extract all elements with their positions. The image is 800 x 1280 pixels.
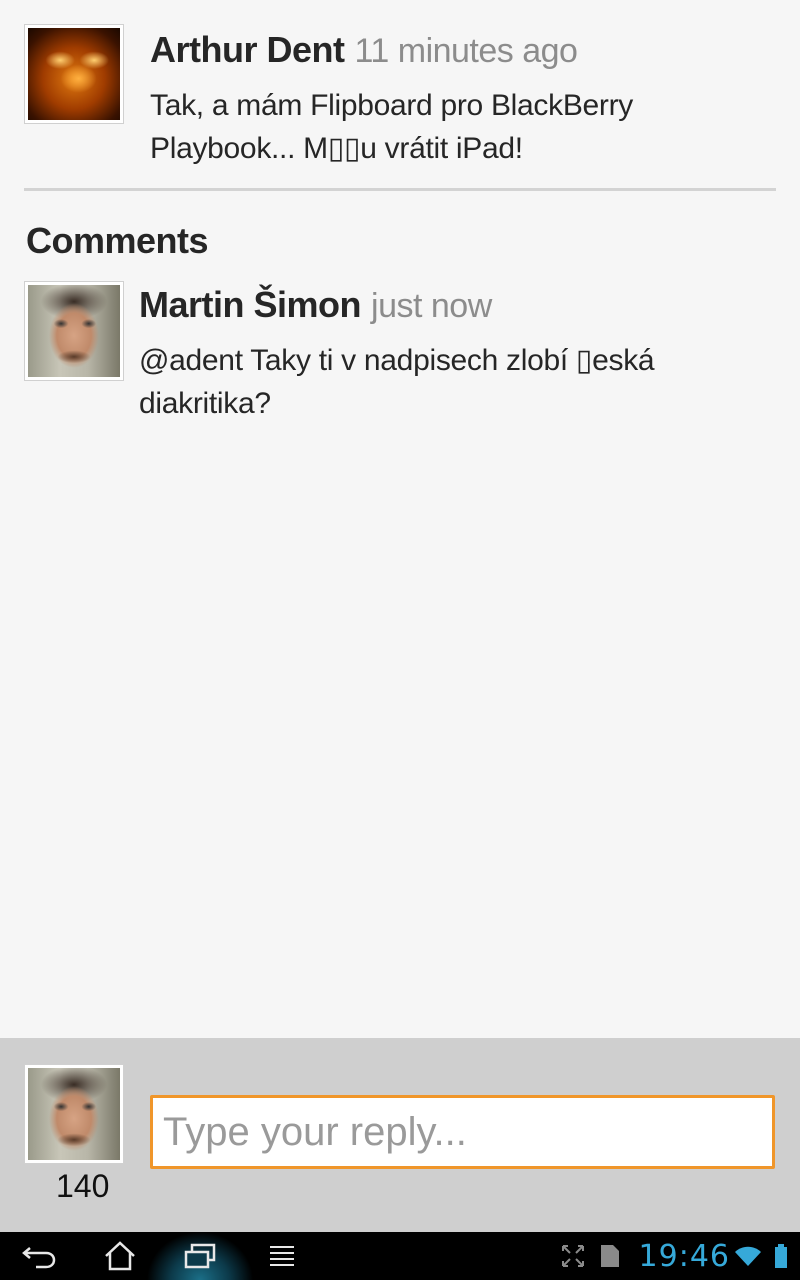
post-body: Arthur Dent 11 minutes ago Tak, a mám Fli… [150, 28, 776, 170]
post-author-name[interactable]: Arthur Dent [150, 29, 345, 70]
sd-card-icon [600, 1245, 619, 1267]
reply-input[interactable] [150, 1095, 775, 1169]
recent-apps-button[interactable] [170, 1232, 230, 1280]
reply-bar: 140 [0, 1038, 800, 1232]
wifi-icon [735, 1246, 761, 1266]
character-counter: 140 [56, 1168, 110, 1204]
comment-author-avatar[interactable] [24, 281, 124, 381]
menu-button[interactable] [252, 1232, 312, 1280]
post-author-avatar[interactable] [24, 24, 124, 124]
avatar-image [28, 1068, 120, 1160]
back-icon [22, 1247, 56, 1269]
home-icon [105, 1241, 135, 1271]
system-navigation-bar: 19:46 [0, 1232, 800, 1280]
menu-icon [270, 1246, 294, 1266]
comment-timestamp: just now [371, 287, 492, 325]
post-timestamp: 11 minutes ago [354, 32, 578, 70]
comment-author-name[interactable]: Martin Šimon [139, 284, 362, 325]
status-clock: 19:46 [638, 1238, 730, 1274]
avatar-image [28, 285, 120, 377]
back-button[interactable] [10, 1232, 70, 1280]
comment-text: @adent Taky ti v nadpisech zlobí ▯eská d… [139, 344, 655, 420]
screen-compat-icon [561, 1245, 584, 1267]
home-button[interactable] [90, 1232, 150, 1280]
avatar-image [28, 28, 120, 120]
post-header: Arthur Dent 11 minutes ago [150, 28, 776, 80]
recent-apps-icon [184, 1243, 216, 1269]
comment-header: Martin Šimon just now [139, 283, 776, 335]
post-text: Tak, a mám Flipboard pro BlackBerry Play… [150, 89, 634, 165]
divider [24, 188, 776, 191]
status-area[interactable]: 19:46 [561, 1232, 788, 1280]
comment-body: Martin Šimon just now @adent Taky ti v na… [139, 283, 776, 425]
battery-icon [775, 1244, 787, 1268]
current-user-avatar [24, 1064, 124, 1164]
comments-heading: Comments [26, 220, 209, 261]
